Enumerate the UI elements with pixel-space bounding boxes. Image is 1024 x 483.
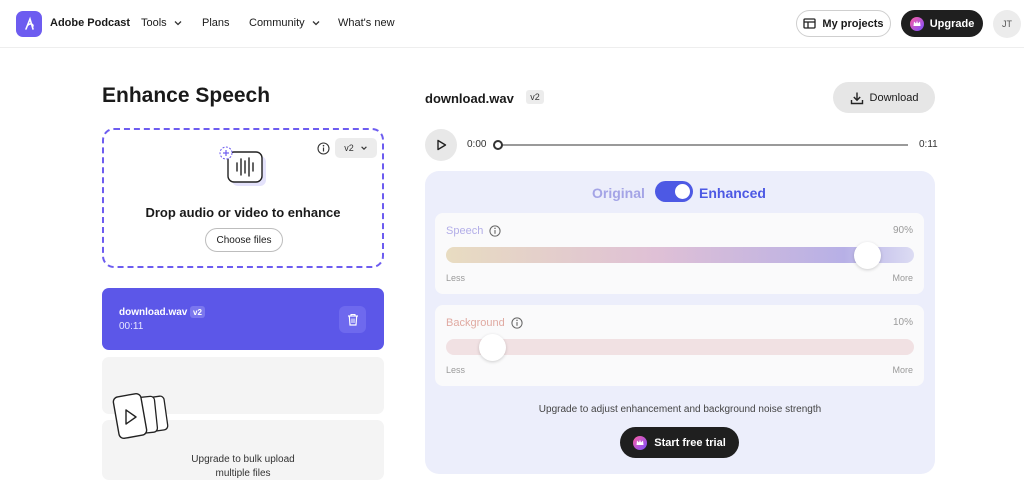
bulk-upload-line1: Upgrade to bulk upload: [191, 454, 295, 465]
adobe-podcast-logo-icon[interactable]: [16, 11, 42, 37]
drop-zone-title: Drop audio or video to enhance: [145, 205, 341, 220]
current-file-name: download.wav: [425, 91, 514, 106]
my-projects-button[interactable]: My projects: [796, 10, 891, 37]
upgrade-button[interactable]: Upgrade: [901, 10, 983, 37]
original-enhanced-toggle[interactable]: [655, 181, 693, 202]
speech-less-label: Less: [446, 273, 466, 283]
version-select[interactable]: v2: [335, 138, 377, 158]
file-item[interactable]: download.wav v2 00:11: [102, 288, 384, 350]
speech-label-group: Speech: [446, 225, 501, 237]
download-icon: [850, 92, 863, 104]
top-bar: Adobe Podcast Tools Plans Community What…: [0, 0, 1024, 48]
nav-whats-new-label: What's new: [338, 17, 395, 29]
info-icon[interactable]: [317, 142, 330, 155]
chevron-down-icon: [312, 21, 320, 26]
background-label: Background: [446, 317, 505, 329]
file-version-badge: v2: [190, 306, 205, 318]
play-button[interactable]: [425, 129, 457, 161]
avatar[interactable]: JT: [993, 10, 1021, 38]
add-audio-icon: [219, 146, 266, 186]
current-file-version-badge: v2: [526, 90, 544, 104]
background-slider-card: Background 10% Less More: [435, 305, 924, 386]
original-label[interactable]: Original: [592, 185, 645, 201]
play-icon: [437, 139, 447, 151]
file-duration: 00:11: [119, 321, 144, 332]
total-time: 0:11: [919, 139, 938, 150]
background-label-group: Background: [446, 317, 523, 329]
crown-icon: [909, 16, 924, 31]
playback-handle[interactable]: [493, 140, 503, 150]
my-projects-label: My projects: [822, 17, 884, 30]
page-title: Enhance Speech: [102, 84, 271, 107]
background-more-label: More: [892, 365, 913, 375]
background-slider-track[interactable]: [446, 339, 914, 355]
speech-slider-thumb[interactable]: [853, 242, 881, 269]
speech-more-label: More: [892, 273, 913, 283]
upgrade-label: Upgrade: [929, 17, 975, 30]
nav-plans-label: Plans: [202, 17, 230, 29]
nav-tools-label: Tools: [141, 17, 167, 29]
info-icon[interactable]: [511, 317, 523, 329]
playback-track[interactable]: [496, 144, 908, 146]
start-free-trial-button[interactable]: Start free trial: [620, 427, 739, 458]
folder-icon: [803, 18, 817, 29]
file-name: download.wav: [119, 307, 188, 318]
enhanced-label[interactable]: Enhanced: [699, 185, 766, 201]
crown-icon: [633, 435, 648, 450]
chevron-down-icon: [174, 21, 182, 26]
toggle-knob: [675, 184, 690, 199]
start-free-trial-label: Start free trial: [654, 436, 726, 449]
download-label: Download: [869, 91, 919, 104]
info-icon[interactable]: [489, 225, 501, 237]
nav-tools[interactable]: Tools: [141, 17, 183, 29]
nav-community-label: Community: [249, 17, 305, 29]
chevron-down-icon: [360, 146, 367, 150]
bulk-upload-text: Upgrade to bulk upload multiple files: [102, 453, 384, 481]
bulk-upload-line2: multiple files: [215, 468, 271, 479]
current-time: 0:00: [467, 139, 487, 150]
download-button[interactable]: Download: [833, 82, 935, 113]
version-select-value: v2: [344, 143, 354, 153]
speech-slider-card: Speech 90% Less More: [435, 213, 924, 294]
delete-file-button[interactable]: [339, 306, 366, 333]
video-files-icon: [112, 392, 169, 440]
trash-icon: [347, 313, 358, 326]
speech-slider-track[interactable]: [446, 247, 914, 263]
nav-community[interactable]: Community: [249, 17, 321, 29]
drop-zone[interactable]: v2 Drop audio or video to enhance Choose…: [102, 128, 384, 268]
choose-files-button[interactable]: Choose files: [205, 228, 283, 252]
upgrade-note: Upgrade to adjust enhancement and backgr…: [538, 404, 822, 415]
speech-label: Speech: [446, 225, 484, 237]
speech-value: 90%: [892, 225, 913, 236]
brand-name[interactable]: Adobe Podcast: [50, 17, 130, 29]
background-slider-thumb[interactable]: [479, 334, 507, 361]
nav-plans[interactable]: Plans: [202, 17, 230, 29]
background-value: 10%: [892, 317, 913, 328]
nav-whats-new[interactable]: What's new: [338, 17, 395, 29]
background-less-label: Less: [446, 365, 466, 375]
